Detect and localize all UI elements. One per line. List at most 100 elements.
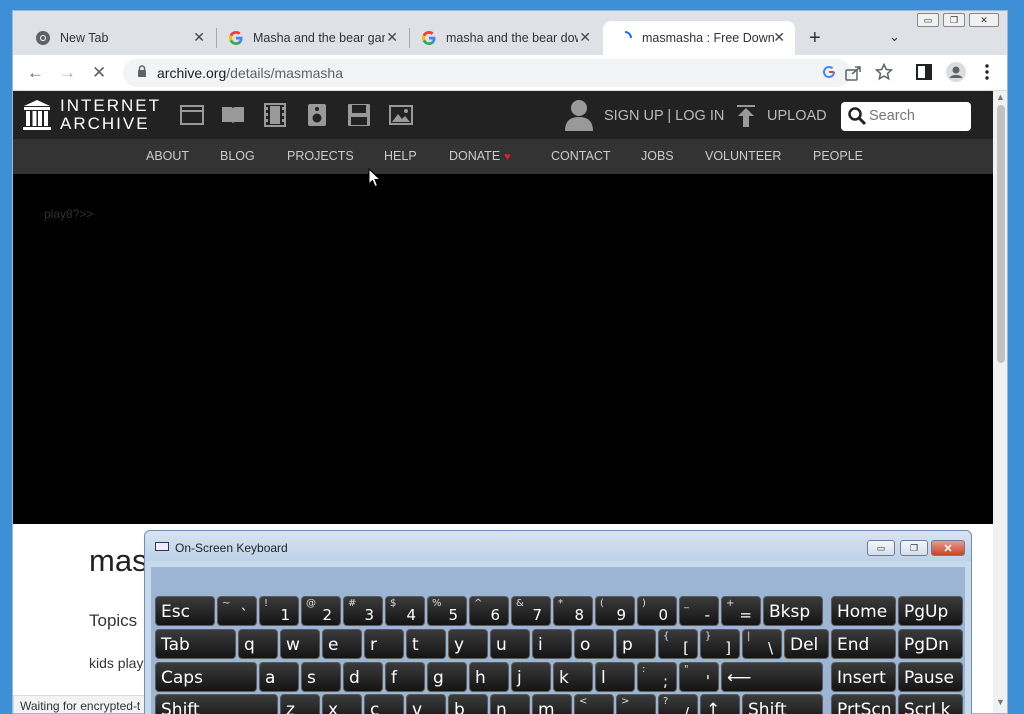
osk-key-h[interactable]: h <box>469 662 509 692</box>
osk-key-t[interactable]: t <box>406 629 446 659</box>
osk-key-n[interactable]: n <box>490 694 530 714</box>
upload-icon[interactable] <box>737 105 755 127</box>
osk-restore-button[interactable]: ❐ <box>900 540 928 556</box>
sidepanel-icon[interactable] <box>916 64 932 85</box>
osk-key-del[interactable]: Del <box>784 629 829 659</box>
nav-volunteer[interactable]: VOLUNTEER <box>705 149 781 163</box>
stop-loading-button[interactable]: ✕ <box>92 63 106 83</box>
texts-icon[interactable] <box>221 103 245 127</box>
osk-key[interactable]: ~ ` <box>217 596 257 626</box>
osk-key-1[interactable]: ! 1 <box>259 596 299 626</box>
osk-key-0[interactable]: ) 0 <box>637 596 677 626</box>
osk-key-j[interactable]: j <box>511 662 551 692</box>
osk-key[interactable]: ? / <box>658 694 698 714</box>
nav-projects[interactable]: PROJECTS <box>287 149 354 163</box>
osk-key-shift[interactable]: Shift <box>155 694 278 714</box>
osk-key-3[interactable]: #3 <box>343 596 383 626</box>
scroll-up-icon[interactable]: ▲ <box>996 92 1005 102</box>
osk-key[interactable]: + = <box>721 596 761 626</box>
osk-key-6[interactable]: ^ 6 <box>469 596 509 626</box>
ia-wordmark[interactable]: INTERNET ARCHIVE <box>60 97 161 133</box>
osk-key-i[interactable]: i <box>532 629 572 659</box>
osk-key-l[interactable]: l <box>595 662 635 692</box>
osk-key-pgdn[interactable]: PgDn <box>898 629 963 659</box>
tab-close-icon[interactable]: ✕ <box>773 29 785 46</box>
scrollbar-thumb[interactable] <box>997 105 1005 363</box>
window-minimize-button[interactable]: ▭ <box>917 13 939 27</box>
osk-key[interactable]: {[ <box>658 629 698 659</box>
nav-jobs[interactable]: JOBS <box>641 149 674 163</box>
osk-key-u[interactable]: u <box>490 629 530 659</box>
star-icon[interactable] <box>874 62 894 86</box>
tab-close-icon[interactable]: ✕ <box>386 29 398 46</box>
back-button[interactable]: ← <box>27 63 44 83</box>
osk-key-prtscn[interactable]: PrtScn <box>831 694 896 714</box>
internet-archive-logo-icon[interactable] <box>23 99 51 131</box>
osk-key[interactable]: ⟵ <box>721 662 823 692</box>
osk-key-home[interactable]: Home <box>831 596 896 626</box>
new-tab-button[interactable]: + <box>809 27 821 50</box>
scroll-down-icon[interactable]: ▼ <box>996 697 1005 707</box>
osk-key-caps[interactable]: Caps <box>155 662 257 692</box>
osk-key[interactable]: " ' <box>679 662 719 692</box>
video-icon[interactable] <box>263 103 287 127</box>
osk-titlebar[interactable]: On-Screen Keyboard ▭ ❐ ✕ <box>145 531 971 561</box>
osk-key[interactable]: :; <box>637 662 677 692</box>
osk-key[interactable]: _ - <box>679 596 719 626</box>
osk-key-z[interactable]: z <box>280 694 320 714</box>
osk-key-a[interactable]: a <box>259 662 299 692</box>
nav-help[interactable]: HELP <box>384 149 417 163</box>
osk-key-g[interactable]: g <box>427 662 467 692</box>
osk-key-b[interactable]: b <box>448 694 488 714</box>
tab-close-icon[interactable]: ✕ <box>579 29 591 46</box>
menu-icon[interactable] <box>985 64 989 85</box>
nav-blog[interactable]: BLOG <box>220 149 255 163</box>
osk-key[interactable]: >. <box>616 694 656 714</box>
tab-new-tab[interactable]: New Tab ✕ <box>25 21 215 55</box>
osk-key-c[interactable]: c <box>364 694 404 714</box>
user-icon[interactable] <box>565 99 593 131</box>
osk-key-e[interactable]: e <box>322 629 362 659</box>
osk-key-k[interactable]: k <box>553 662 593 692</box>
osk-key-o[interactable]: o <box>574 629 614 659</box>
audio-icon[interactable] <box>305 103 329 127</box>
osk-key-q[interactable]: q <box>238 629 278 659</box>
osk-key[interactable]: | \ <box>742 629 782 659</box>
signup-login-link[interactable]: SIGN UP | LOG IN <box>604 108 724 124</box>
tab-close-icon[interactable]: ✕ <box>193 29 205 46</box>
forward-button[interactable]: → <box>59 63 76 83</box>
web-icon[interactable] <box>180 103 204 127</box>
osk-key-bksp[interactable]: Bksp <box>763 596 823 626</box>
google-lens-icon[interactable] <box>821 64 837 85</box>
tab-masha-game[interactable]: Masha and the bear gam ✕ <box>218 21 408 55</box>
nav-about[interactable]: ABOUT <box>146 149 189 163</box>
osk-key-p[interactable]: p <box>616 629 656 659</box>
osk-key-pause[interactable]: Pause <box>898 662 963 692</box>
osk-key[interactable]: ↑ <box>700 694 740 714</box>
osk-key[interactable]: }] <box>700 629 740 659</box>
osk-key-r[interactable]: r <box>364 629 404 659</box>
images-icon[interactable] <box>389 103 413 127</box>
osk-key-scrlk[interactable]: ScrLk <box>898 694 963 714</box>
osk-key-8[interactable]: * 8 <box>553 596 593 626</box>
osk-key-pgup[interactable]: PgUp <box>898 596 963 626</box>
osk-key-s[interactable]: s <box>301 662 341 692</box>
tab-masha-download[interactable]: masha and the bear dow ✕ <box>411 21 601 55</box>
tab-masmasha[interactable]: masmasha : Free Downlo ✕ <box>603 21 795 55</box>
osk-key-end[interactable]: End <box>831 629 896 659</box>
page-scrollbar[interactable]: ▲ ▼ <box>993 91 1007 713</box>
osk-key-7[interactable]: & 7 <box>511 596 551 626</box>
osk-key-tab[interactable]: Tab <box>155 629 236 659</box>
share-icon[interactable] <box>844 64 862 87</box>
tab-search-button[interactable]: ⌄ <box>889 29 900 45</box>
osk-close-button[interactable]: ✕ <box>931 540 965 556</box>
upload-link[interactable]: UPLOAD <box>767 108 827 124</box>
address-bar[interactable]: archive.org/details/masmasha <box>123 59 851 87</box>
osk-minimize-button[interactable]: ▭ <box>867 540 895 556</box>
osk-key-2[interactable]: @2 <box>301 596 341 626</box>
osk-key-shift[interactable]: Shift <box>742 694 823 714</box>
window-close-button[interactable]: ✕ <box>969 13 999 27</box>
osk-key-9[interactable]: (9 <box>595 596 635 626</box>
topics-value[interactable]: kids play <box>89 655 143 671</box>
osk-key-5[interactable]: % 5 <box>427 596 467 626</box>
